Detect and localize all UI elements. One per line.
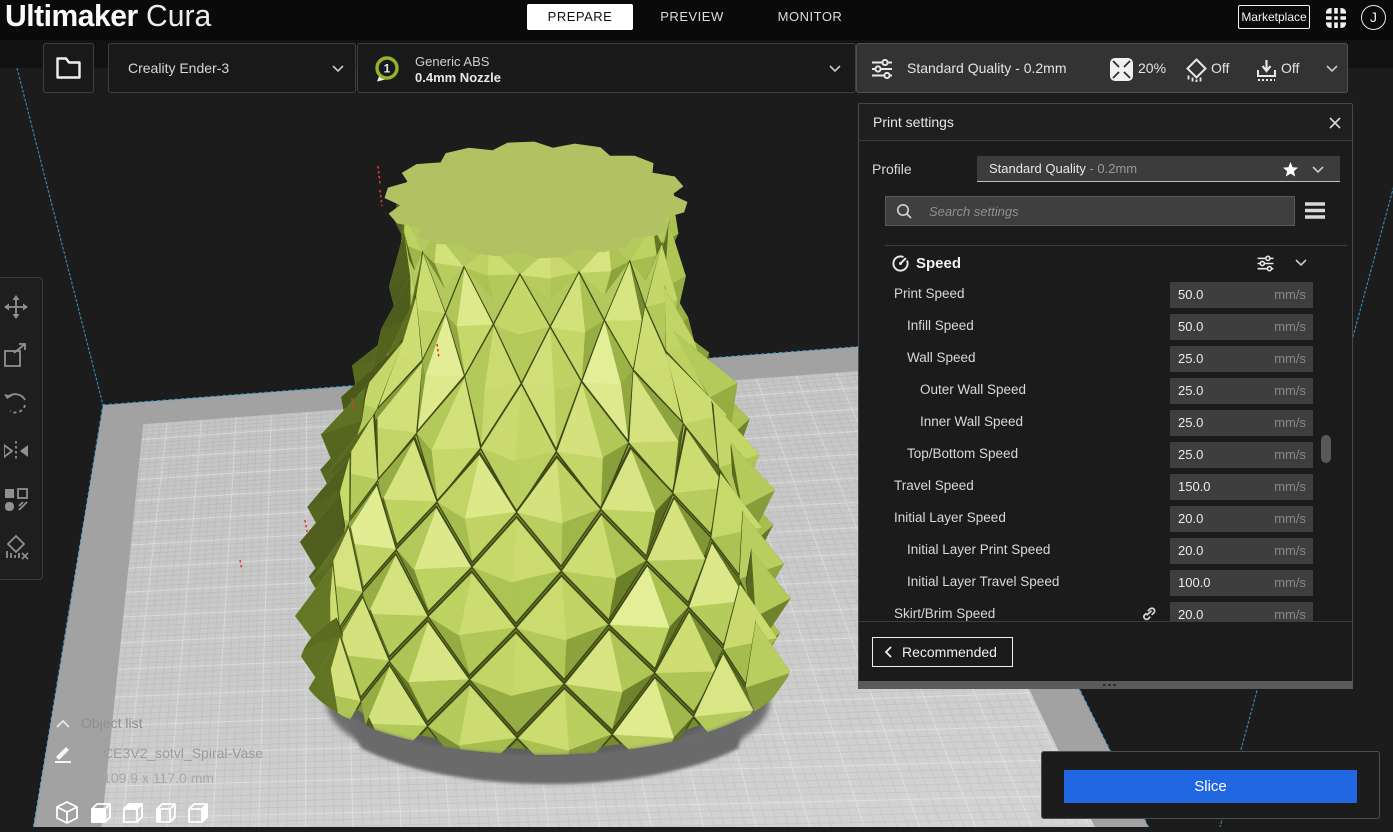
svg-text:1: 1 <box>384 62 391 76</box>
